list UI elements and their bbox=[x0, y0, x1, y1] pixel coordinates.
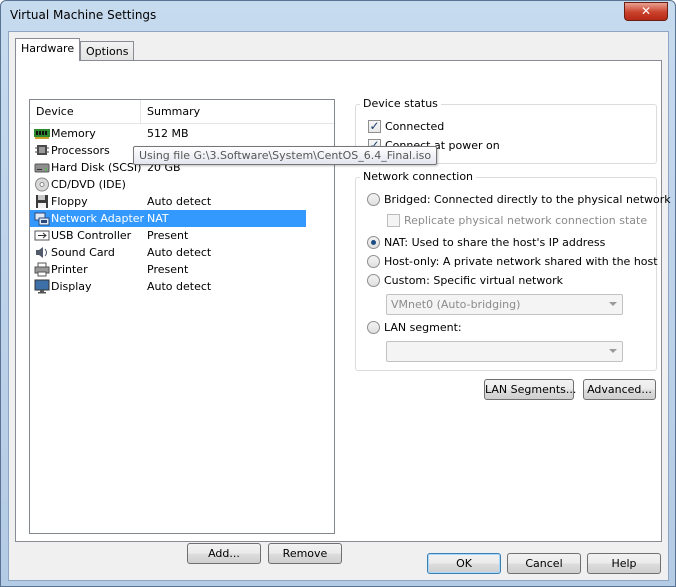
memory-icon bbox=[34, 129, 50, 139]
printer-icon bbox=[34, 262, 50, 277]
device-name: Display bbox=[51, 280, 92, 293]
floppy-icon bbox=[36, 195, 48, 208]
device-summary: Present bbox=[147, 263, 189, 276]
cancel-button-label: Cancel bbox=[525, 557, 563, 570]
device-name: Memory bbox=[51, 127, 96, 140]
device-summary: Auto detect bbox=[147, 195, 212, 208]
device-row-cd-dvd[interactable]: CD/DVD (IDE) bbox=[30, 176, 306, 193]
sound-card-icon bbox=[36, 247, 47, 258]
cancel-button[interactable]: Cancel bbox=[507, 553, 581, 574]
check-mark-icon: ✓ bbox=[369, 119, 380, 133]
custom-radio-button[interactable] bbox=[367, 274, 380, 287]
device-row-display[interactable]: Display Auto detect bbox=[30, 278, 306, 295]
column-header-device-label: Device bbox=[36, 105, 74, 118]
custom-label: Custom: Specific virtual network bbox=[384, 274, 563, 287]
device-summary: Auto detect bbox=[147, 280, 212, 293]
usb-icon bbox=[34, 230, 50, 241]
device-name: Floppy bbox=[51, 195, 88, 208]
device-name: USB Controller bbox=[51, 229, 132, 242]
bridged-label: Bridged: Connected directly to the physi… bbox=[384, 193, 671, 206]
cd-dvd-tooltip: Using file G:\3.Software\System\CentOS_6… bbox=[133, 146, 438, 165]
tab-hardware-label: Hardware bbox=[21, 42, 75, 55]
chevron-down-icon bbox=[609, 302, 617, 306]
device-name: Network Adapter bbox=[51, 212, 145, 225]
connected-check-box[interactable]: ✓ bbox=[368, 119, 381, 133]
device-row-network-adapter[interactable]: Network Adapter NAT bbox=[30, 210, 306, 227]
replicate-check-box[interactable] bbox=[387, 214, 400, 227]
device-row-printer[interactable]: Printer Present bbox=[30, 261, 306, 278]
device-name: Hard Disk (SCSI) bbox=[51, 161, 142, 174]
chevron-down-icon bbox=[609, 349, 617, 353]
device-summary: 512 MB bbox=[147, 127, 189, 140]
help-button-label: Help bbox=[611, 557, 637, 570]
display-icon bbox=[34, 279, 50, 294]
add-button[interactable]: Add... bbox=[187, 543, 261, 564]
device-list-header: Device Summary bbox=[30, 100, 334, 124]
nat-label: NAT: Used to share the host's IP address bbox=[384, 236, 606, 249]
device-name: Printer bbox=[51, 263, 88, 276]
lan-segment-label: LAN segment: bbox=[384, 321, 462, 334]
remove-button-label: Remove bbox=[282, 547, 328, 560]
lan-segments-button[interactable]: LAN Segments... bbox=[484, 379, 577, 400]
device-row-memory[interactable]: Memory 512 MB bbox=[30, 125, 306, 142]
device-name: CD/DVD (IDE) bbox=[51, 178, 126, 191]
device-status-title: Device status bbox=[360, 97, 441, 110]
lan-segment-select[interactable] bbox=[386, 341, 623, 362]
network-adapter-icon bbox=[34, 212, 50, 226]
network-connection-group: Network connection Bridged: Connected di… bbox=[355, 170, 671, 371]
hard-disk-icon bbox=[34, 163, 50, 173]
custom-network-select-value: VMnet0 (Auto-bridging) bbox=[391, 298, 521, 311]
connected-label: Connected bbox=[385, 120, 445, 133]
tab-hardware[interactable]: Hardware bbox=[15, 38, 81, 61]
close-icon[interactable]: ✕ bbox=[641, 4, 651, 18]
device-summary: Auto detect bbox=[147, 246, 212, 259]
device-name: Processors bbox=[51, 144, 110, 157]
tab-options[interactable]: Options bbox=[80, 41, 135, 60]
custom-network-select[interactable]: VMnet0 (Auto-bridging) bbox=[386, 294, 623, 315]
device-name: Sound Card bbox=[51, 246, 115, 259]
column-header-summary-label: Summary bbox=[147, 105, 201, 118]
replicate-label: Replicate physical network connection st… bbox=[404, 214, 648, 227]
add-button-label: Add... bbox=[208, 547, 240, 560]
dialog-client-area: Hardware Options Device Summary Memory 5… bbox=[8, 31, 671, 581]
column-header-summary[interactable]: Summary bbox=[141, 100, 334, 123]
lan-segment-radio-button[interactable] bbox=[367, 321, 380, 334]
ok-button-label: OK bbox=[456, 557, 472, 570]
host-only-label: Host-only: A private network shared with… bbox=[384, 255, 658, 268]
device-row-floppy[interactable]: Floppy Auto detect bbox=[30, 193, 306, 210]
advanced-button-label: Advanced... bbox=[587, 383, 652, 396]
window-title: Virtual Machine Settings bbox=[10, 8, 157, 22]
device-summary: NAT bbox=[147, 212, 169, 225]
close-button[interactable]: ✕ bbox=[624, 2, 668, 21]
remove-button[interactable]: Remove bbox=[268, 543, 342, 564]
title-bar[interactable]: Virtual Machine Settings ✕ bbox=[1, 1, 675, 31]
lan-segments-button-label: LAN Segments... bbox=[485, 383, 577, 396]
cd-dvd-icon bbox=[35, 177, 49, 192]
column-header-device[interactable]: Device bbox=[30, 100, 141, 123]
bridged-radio-button[interactable] bbox=[367, 193, 380, 206]
ok-button[interactable]: OK bbox=[427, 553, 501, 574]
device-row-sound-card[interactable]: Sound Card Auto detect bbox=[30, 244, 306, 261]
radio-selected-dot bbox=[371, 240, 376, 245]
device-row-usb-controller[interactable]: USB Controller Present bbox=[30, 227, 306, 244]
vm-settings-window: Virtual Machine Settings ✕ Hardware Opti… bbox=[0, 0, 676, 587]
help-button[interactable]: Help bbox=[587, 553, 661, 574]
network-connection-title: Network connection bbox=[360, 170, 477, 183]
device-summary: Present bbox=[147, 229, 189, 242]
nat-radio-button[interactable] bbox=[367, 236, 380, 249]
tab-options-label: Options bbox=[86, 45, 129, 58]
processor-icon bbox=[35, 145, 49, 155]
hardware-tab-panel: Device Summary Memory 512 MB Processors … bbox=[15, 60, 671, 564]
host-only-radio-button[interactable] bbox=[367, 255, 380, 268]
advanced-button[interactable]: Advanced... bbox=[583, 379, 656, 400]
